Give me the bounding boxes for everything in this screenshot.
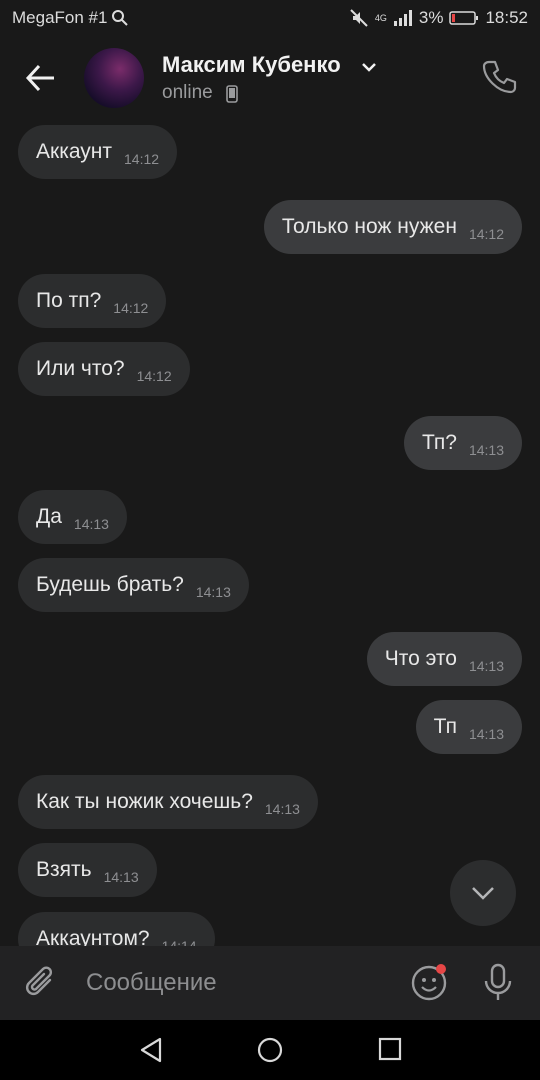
message-in[interactable]: Как ты ножик хочешь? 14:13 (18, 775, 318, 829)
message-text: Аккаунтом? (36, 927, 150, 946)
battery-icon (449, 11, 479, 25)
message-list[interactable]: Аккаунт 14:12 Только нож нужен 14:12 По тп… (0, 120, 540, 946)
system-nav-bar (0, 1020, 540, 1080)
message-text: Что это (384, 647, 457, 670)
message-in[interactable]: Или что? 14:12 (18, 342, 190, 396)
search-icon (112, 10, 129, 26)
online-status: online (162, 82, 213, 103)
emoji-button[interactable] (410, 962, 450, 1007)
avatar[interactable] (84, 48, 144, 108)
contact-name[interactable]: Максим Кубенко (162, 52, 341, 78)
phone-icon[interactable] (480, 58, 518, 96)
message-time: 14:13 (468, 726, 504, 742)
message-time: 14:13 (468, 658, 504, 674)
message-time: 14:13 (264, 801, 300, 817)
status-bar: MegaFon #1 4G 3% 18:52 (0, 0, 540, 36)
emoji-icon (411, 964, 447, 1001)
clock: 18:52 (485, 8, 528, 27)
chevron-down-icon (472, 887, 494, 900)
nav-back-icon[interactable] (138, 1036, 164, 1064)
message-text: Как ты ножик хочешь? (36, 790, 253, 813)
message-input[interactable] (86, 964, 386, 1002)
message-time: 14:13 (73, 516, 109, 532)
mic-icon[interactable] (482, 962, 514, 1004)
message-text: По тп? (36, 289, 102, 312)
message-time: 14:12 (136, 368, 172, 384)
message-text: Да (36, 505, 62, 528)
mobile-icon (226, 85, 238, 103)
status-icons: 4G 3% 18:52 (349, 8, 528, 28)
message-out[interactable]: Тп? 14:13 (403, 416, 522, 470)
message-text: Только нож нужен (281, 215, 457, 238)
back-arrow-icon[interactable] (22, 58, 62, 98)
message-out[interactable]: Что это 14:13 (366, 632, 522, 686)
message-time: 14:14 (161, 938, 197, 946)
scroll-down-button[interactable] (450, 860, 516, 926)
message-out[interactable]: Только нож нужен 14:12 (263, 200, 522, 254)
nav-home-icon[interactable] (256, 1036, 284, 1064)
message-time: 14:13 (103, 869, 139, 885)
paperclip-icon[interactable] (22, 964, 60, 1002)
message-in[interactable]: Взять 14:13 (18, 843, 157, 897)
message-in[interactable]: Аккаунт 14:12 (18, 125, 178, 179)
network-type: 4G (374, 12, 387, 23)
carrier-label: MegaFon #1 (12, 8, 129, 28)
battery-percent: 3% (418, 8, 444, 27)
message-in[interactable]: Будешь брать? 14:13 (18, 558, 249, 612)
message-in[interactable]: По тп? 14:12 (18, 274, 167, 328)
chevron-down-icon[interactable] (360, 60, 378, 74)
message-text: Тп (433, 715, 457, 738)
message-text: Тп? (421, 431, 457, 454)
message-composer (0, 946, 540, 1020)
message-text: Или что? (36, 357, 125, 380)
signal-icon (393, 10, 412, 26)
nav-recent-icon[interactable] (378, 1037, 402, 1061)
message-time: 14:12 (124, 151, 160, 167)
message-time: 14:12 (113, 300, 149, 316)
message-time: 14:12 (468, 226, 504, 242)
message-time: 14:13 (468, 442, 504, 458)
message-out[interactable]: Тп 14:13 (415, 700, 522, 754)
message-in[interactable]: Да 14:13 (18, 490, 127, 544)
message-text: Взять (36, 858, 92, 881)
mute-icon (350, 9, 368, 27)
message-text: Будешь брать? (36, 573, 184, 596)
carrier-name: MegaFon #1 (12, 8, 108, 27)
message-in[interactable]: Аккаунтом? 14:14 (18, 912, 215, 946)
chat-header: Максим Кубенко online (0, 36, 540, 128)
message-text: Аккаунт (36, 140, 113, 163)
message-time: 14:13 (195, 584, 231, 600)
